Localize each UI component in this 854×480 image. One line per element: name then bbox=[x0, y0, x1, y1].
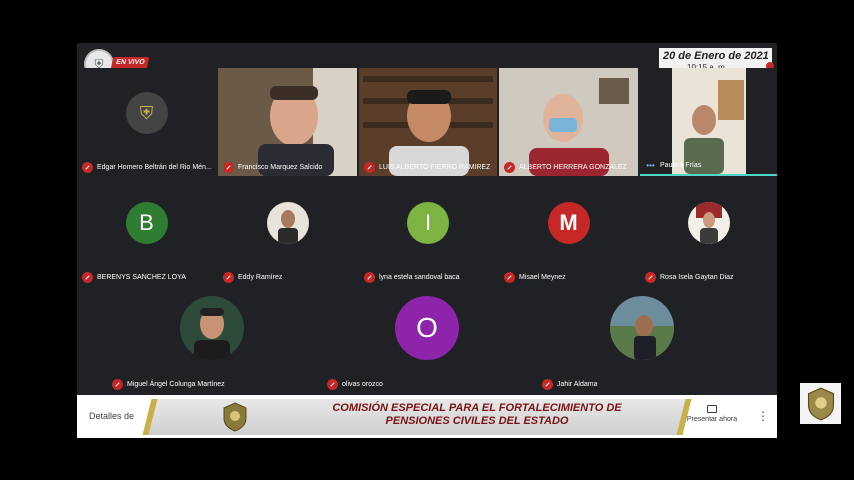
participant-name: lyna estela sandoval baca bbox=[379, 274, 460, 281]
participant-name: BERENYS SANCHEZ LOYA bbox=[97, 274, 186, 281]
meeting-details-button[interactable]: Detalles de bbox=[89, 411, 134, 421]
participant-avatar: I bbox=[407, 202, 449, 245]
banner-title: COMISIÓN ESPECIAL PARA EL FORTALECIMIENT… bbox=[282, 402, 672, 428]
bottom-toolbar: Detalles de COMISIÓN ESPECIAL PARA EL FO… bbox=[77, 395, 777, 438]
mic-off-icon bbox=[223, 272, 234, 283]
participant-name: Paulina Frías bbox=[660, 162, 702, 169]
mic-off-icon bbox=[327, 379, 338, 390]
meeting-window: ⛨ EN VIVO 20 de Enero de 2021 10:15 a. m… bbox=[77, 43, 777, 438]
corner-watermark-logo bbox=[800, 383, 841, 424]
participant-name: Misael Meynez bbox=[519, 274, 566, 281]
mic-off-icon bbox=[112, 379, 123, 390]
mic-off-icon bbox=[504, 162, 515, 173]
participant-name: LUIS ALBERTO FIERRO RAMIREZ bbox=[379, 164, 491, 171]
mic-off-icon bbox=[82, 162, 93, 173]
participant-video bbox=[359, 68, 497, 176]
date-text: 20 de Enero de 2021 bbox=[663, 50, 769, 62]
present-now-label: Presentar ahora bbox=[686, 416, 738, 423]
participant-tile[interactable]: Miguel Ángel Colunga Martínez bbox=[107, 288, 317, 393]
participant-tile[interactable]: B BERENYS SANCHEZ LOYA bbox=[77, 178, 216, 286]
participant-video bbox=[218, 68, 357, 176]
participant-name: ALBERTO HERRERA GONZALEZ bbox=[519, 164, 627, 171]
more-options-icon[interactable]: ⋮ bbox=[757, 409, 769, 423]
mic-off-icon bbox=[364, 272, 375, 283]
participant-name: Eddy Ramírez bbox=[238, 274, 283, 281]
participant-avatar bbox=[610, 295, 674, 360]
participant-tile[interactable]: Eddy Ramírez bbox=[218, 178, 357, 286]
mic-off-icon bbox=[542, 379, 553, 390]
participant-video bbox=[499, 68, 638, 176]
present-now-button[interactable]: Presentar ahora bbox=[677, 405, 747, 423]
participant-tile[interactable]: Rosa Isela Gaytan Diaz bbox=[640, 178, 777, 286]
mic-off-icon bbox=[223, 162, 234, 173]
participant-avatar: B bbox=[125, 202, 168, 245]
participant-tile[interactable]: ⛨ Edgar Homero Beltrán del Rio Mén... bbox=[77, 68, 216, 176]
top-bar: ⛨ EN VIVO 20 de Enero de 2021 10:15 a. m… bbox=[77, 43, 777, 79]
present-screen-icon bbox=[707, 405, 717, 413]
participant-name: Edgar Homero Beltrán del Rio Mén... bbox=[97, 164, 212, 171]
participant-name: Rosa Isela Gaytan Diaz bbox=[660, 274, 734, 281]
participant-avatar: ⛨ bbox=[125, 92, 168, 135]
participant-tile[interactable]: ALBERTO HERRERA GONZALEZ bbox=[499, 68, 638, 176]
participant-avatar: O bbox=[395, 295, 459, 360]
participant-avatar bbox=[180, 295, 244, 360]
participant-avatar bbox=[266, 202, 309, 245]
participant-tile[interactable]: M Misael Meynez bbox=[499, 178, 638, 286]
participant-name: olivas orozco bbox=[342, 381, 383, 388]
mic-off-icon bbox=[645, 272, 656, 283]
participant-name: Jahir Aldama bbox=[557, 381, 598, 388]
banner-title-line2: PENSIONES CIVILES DEL ESTADO bbox=[385, 415, 569, 427]
participant-name: Francisco Marquez Salcido bbox=[238, 164, 323, 171]
mic-off-icon bbox=[504, 272, 515, 283]
participant-tile-active[interactable]: ••• Paulina Frías bbox=[640, 68, 777, 176]
participant-tile[interactable]: O olivas orozco bbox=[322, 288, 532, 393]
participant-avatar: M bbox=[547, 202, 590, 245]
participant-avatar bbox=[687, 202, 730, 245]
banner-title-line1: COMISIÓN ESPECIAL PARA EL FORTALECIMIENT… bbox=[332, 402, 622, 414]
speaking-indicator-icon: ••• bbox=[646, 161, 655, 170]
participant-tile[interactable]: I lyna estela sandoval baca bbox=[359, 178, 497, 286]
participant-tile[interactable]: Jahir Aldama bbox=[537, 288, 747, 393]
participant-tile[interactable]: LUIS ALBERTO FIERRO RAMIREZ bbox=[359, 68, 497, 176]
banner-logo bbox=[212, 395, 258, 438]
mic-off-icon bbox=[82, 272, 93, 283]
mic-off-icon bbox=[364, 162, 375, 173]
participant-name: Miguel Ángel Colunga Martínez bbox=[127, 381, 225, 388]
participant-tile[interactable]: Francisco Marquez Salcido bbox=[218, 68, 357, 176]
